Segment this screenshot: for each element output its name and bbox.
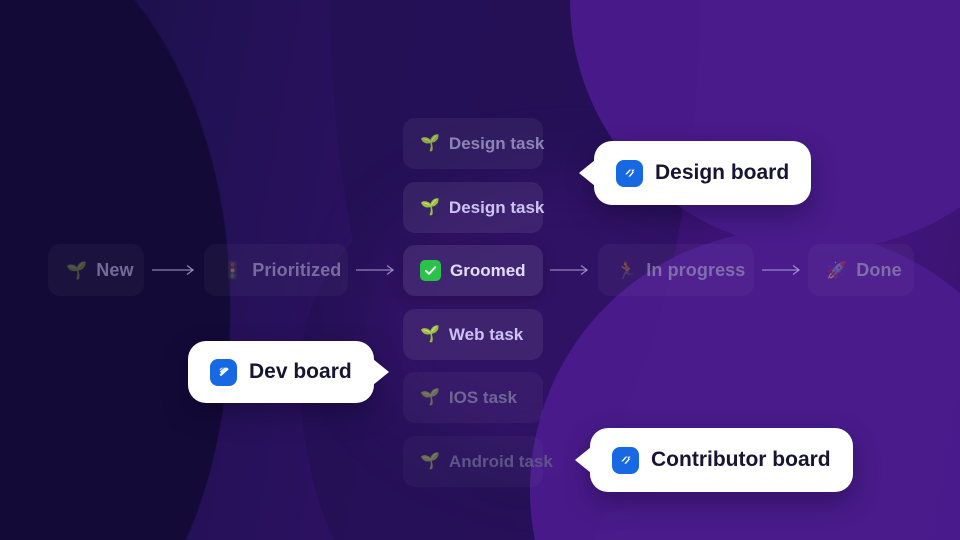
rocket-icon: 🚀 [826,260,848,280]
pipeline-stage-done[interactable]: 🚀 Done [808,244,914,296]
task-card-label: Android task [448,451,553,471]
task-card-label: Web task [448,324,524,344]
seedling-icon: 🌱 [420,452,440,470]
seedling-icon: 🌱 [66,260,88,280]
callout-label: Design board [655,161,790,184]
callout-contributor-board[interactable]: Contributor board [575,428,853,492]
background-blob-top-right [570,0,960,250]
task-card-groomed[interactable]: Groomed [403,245,543,296]
pipeline-stage-label: Done [856,259,902,280]
board-app-icon [616,159,643,187]
pipeline-stage-new[interactable]: 🌱 New [48,244,144,296]
task-card-design-2[interactable]: 🌱 Design task [403,182,545,233]
task-card-web[interactable]: 🌱 Web task [403,309,543,360]
seedling-icon: 🌱 [420,388,440,406]
task-card-label: Groomed [450,260,526,280]
pipeline-stage-label: In progress [646,259,746,280]
callout-design-board[interactable]: Design board [579,141,812,205]
callout-label: Contributor board [651,448,831,471]
bubble-tail-left-icon [575,447,591,473]
task-card-label: IOS task [448,387,517,407]
task-card-label: Design task [448,133,545,153]
callout-dev-board[interactable]: Dev board [188,341,389,403]
bubble-tail-left-icon [579,160,595,186]
seedling-icon: 🌱 [420,325,440,343]
board-app-icon [612,446,639,474]
traffic-light-icon: 🚦 [222,260,244,280]
check-mark-icon [420,260,441,281]
board-app-icon [210,358,237,386]
running-icon: 🏃 [616,260,638,280]
illustration-canvas: 🌱 New 🚦 Prioritized 🏃 In progress 🚀 Done… [0,0,960,540]
connector-arrow-2 [356,264,395,276]
connector-arrow-4 [762,264,801,276]
pipeline-stage-label: Prioritized [252,259,342,280]
seedling-icon: 🌱 [420,134,440,152]
bubble-tail-right-icon [372,359,389,385]
callout-label: Dev board [249,360,352,383]
pipeline-stage-prioritized[interactable]: 🚦 Prioritized [204,244,348,296]
pipeline-stage-in-progress[interactable]: 🏃 In progress [598,244,754,296]
connector-arrow-1 [152,264,195,276]
pipeline-stage-label: New [96,259,134,280]
seedling-icon: 🌱 [420,198,440,216]
task-card-android[interactable]: 🌱 Android task [403,436,553,487]
connector-arrow-3 [550,264,589,276]
task-card-ios[interactable]: 🌱 IOS task [403,372,543,423]
task-card-design-1[interactable]: 🌱 Design task [403,118,545,169]
task-card-label: Design task [448,197,545,217]
